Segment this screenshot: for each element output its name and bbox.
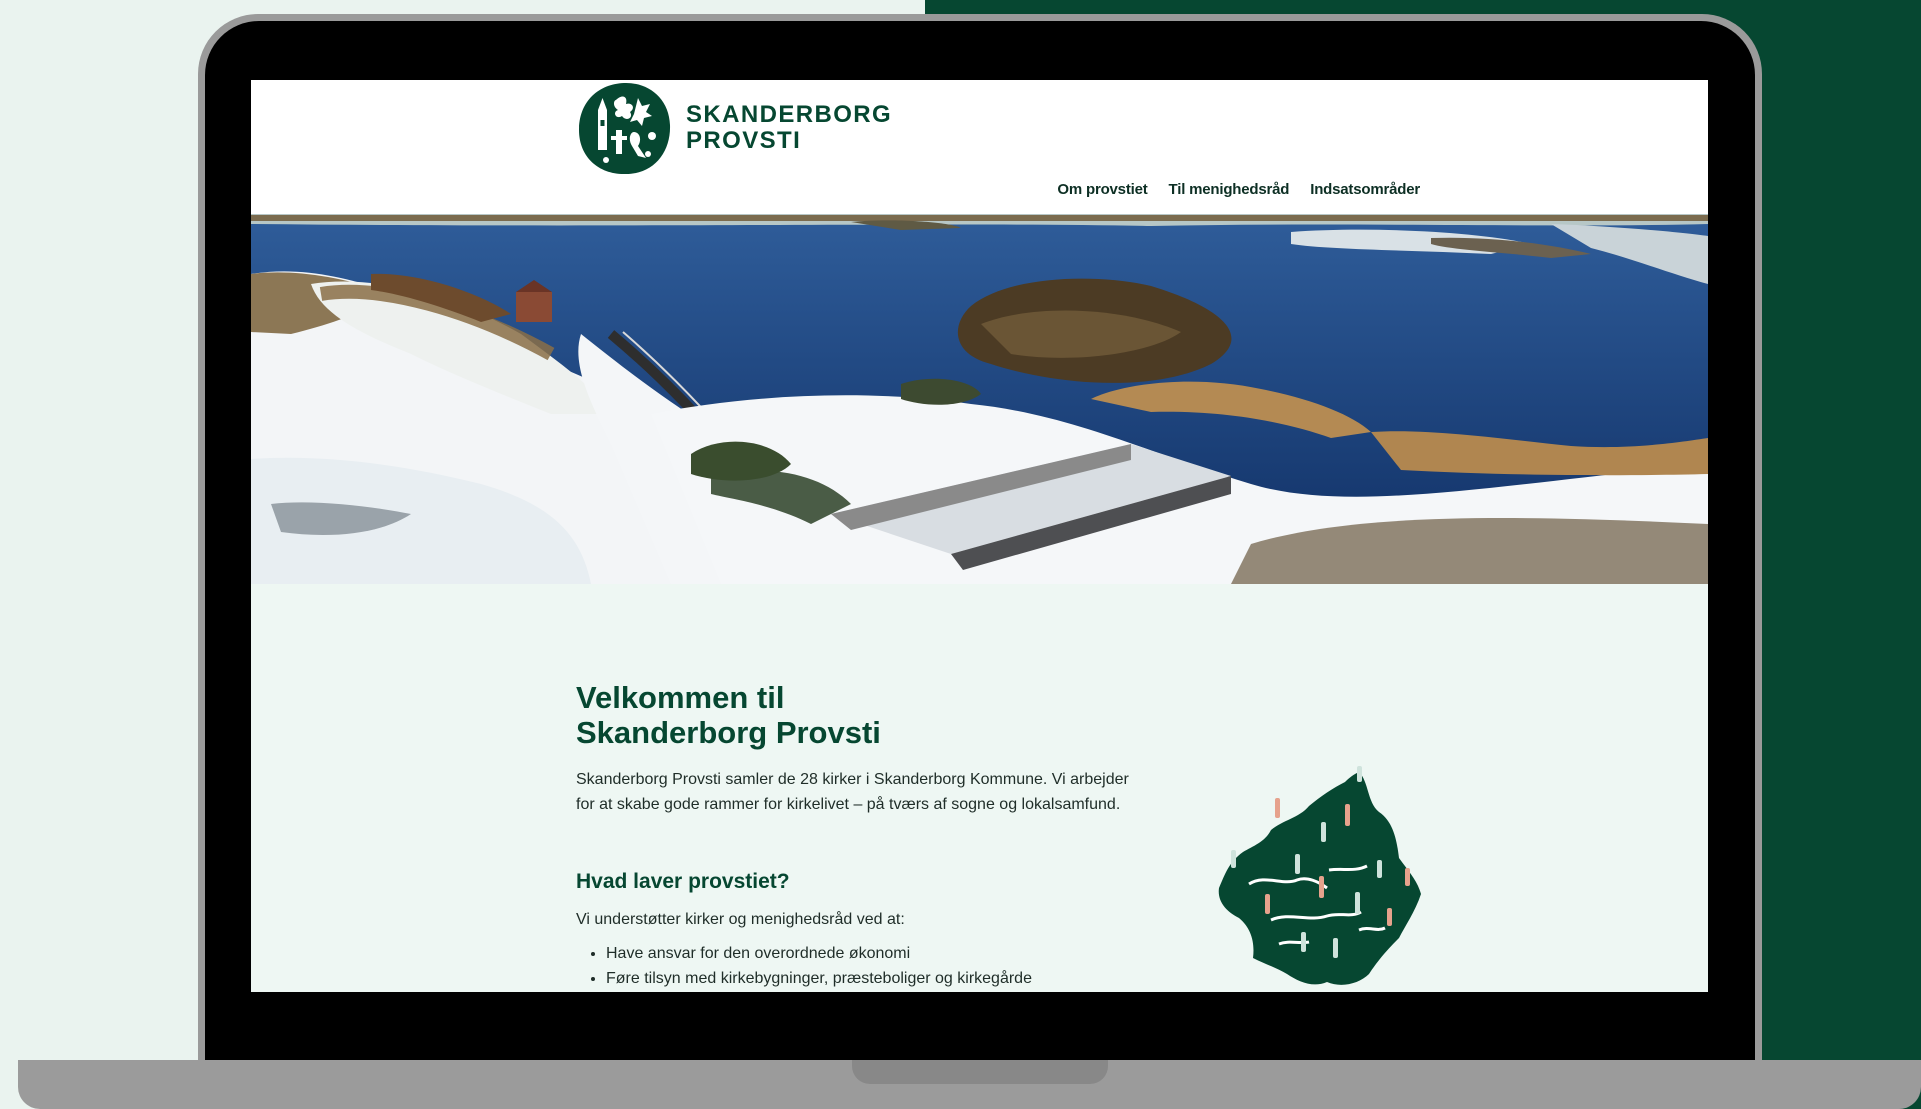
laptop-notch	[852, 1060, 1108, 1084]
list-item: Føre tilsyn med kirkebygninger, præstebo…	[606, 966, 1032, 991]
browser-screen: SKANDERBORG PROVSTI Om provstiet Til men…	[251, 80, 1708, 992]
support-lead: Vi understøtter kirker og menighedsråd v…	[576, 911, 905, 928]
what-we-do-heading: Hvad laver provstiet?	[576, 870, 790, 893]
main-nav: Om provstiet Til menighedsråd Indsatsomr…	[1057, 181, 1420, 198]
church-emblem-icon	[579, 82, 671, 175]
task-list: Have ansvar for den overordnede økonomi …	[576, 941, 1032, 991]
nav-om-provstiet[interactable]: Om provstiet	[1057, 181, 1147, 198]
intro-paragraph: Skanderborg Provsti samler de 28 kirker …	[576, 771, 1129, 813]
logo-line-2: PROVSTI	[686, 127, 802, 154]
welcome-line-1: Velkommen til	[576, 680, 785, 715]
site-logo[interactable]: SKANDERBORG PROVSTI	[576, 80, 892, 176]
welcome-heading: Velkommen til Skanderborg Provsti	[576, 680, 1136, 750]
list-item: Have ansvar for den overordnede økonomi	[606, 941, 1032, 966]
welcome-line-2: Skanderborg Provsti	[576, 715, 881, 750]
municipality-map-icon	[1218, 766, 1421, 985]
nav-til-menighedsraad[interactable]: Til menighedsråd	[1169, 181, 1290, 198]
logo-wordmark: SKANDERBORG PROVSTI	[686, 102, 892, 154]
content-section: Velkommen til Skanderborg Provsti Skande…	[251, 584, 1708, 992]
aerial-winter-lake-photo	[251, 214, 1708, 584]
nav-indsatsomraader[interactable]: Indsatsområder	[1310, 181, 1420, 198]
hero-image	[251, 214, 1708, 584]
logo-line-1: SKANDERBORG	[686, 101, 893, 128]
site-header: SKANDERBORG PROVSTI Om provstiet Til men…	[251, 80, 1708, 214]
